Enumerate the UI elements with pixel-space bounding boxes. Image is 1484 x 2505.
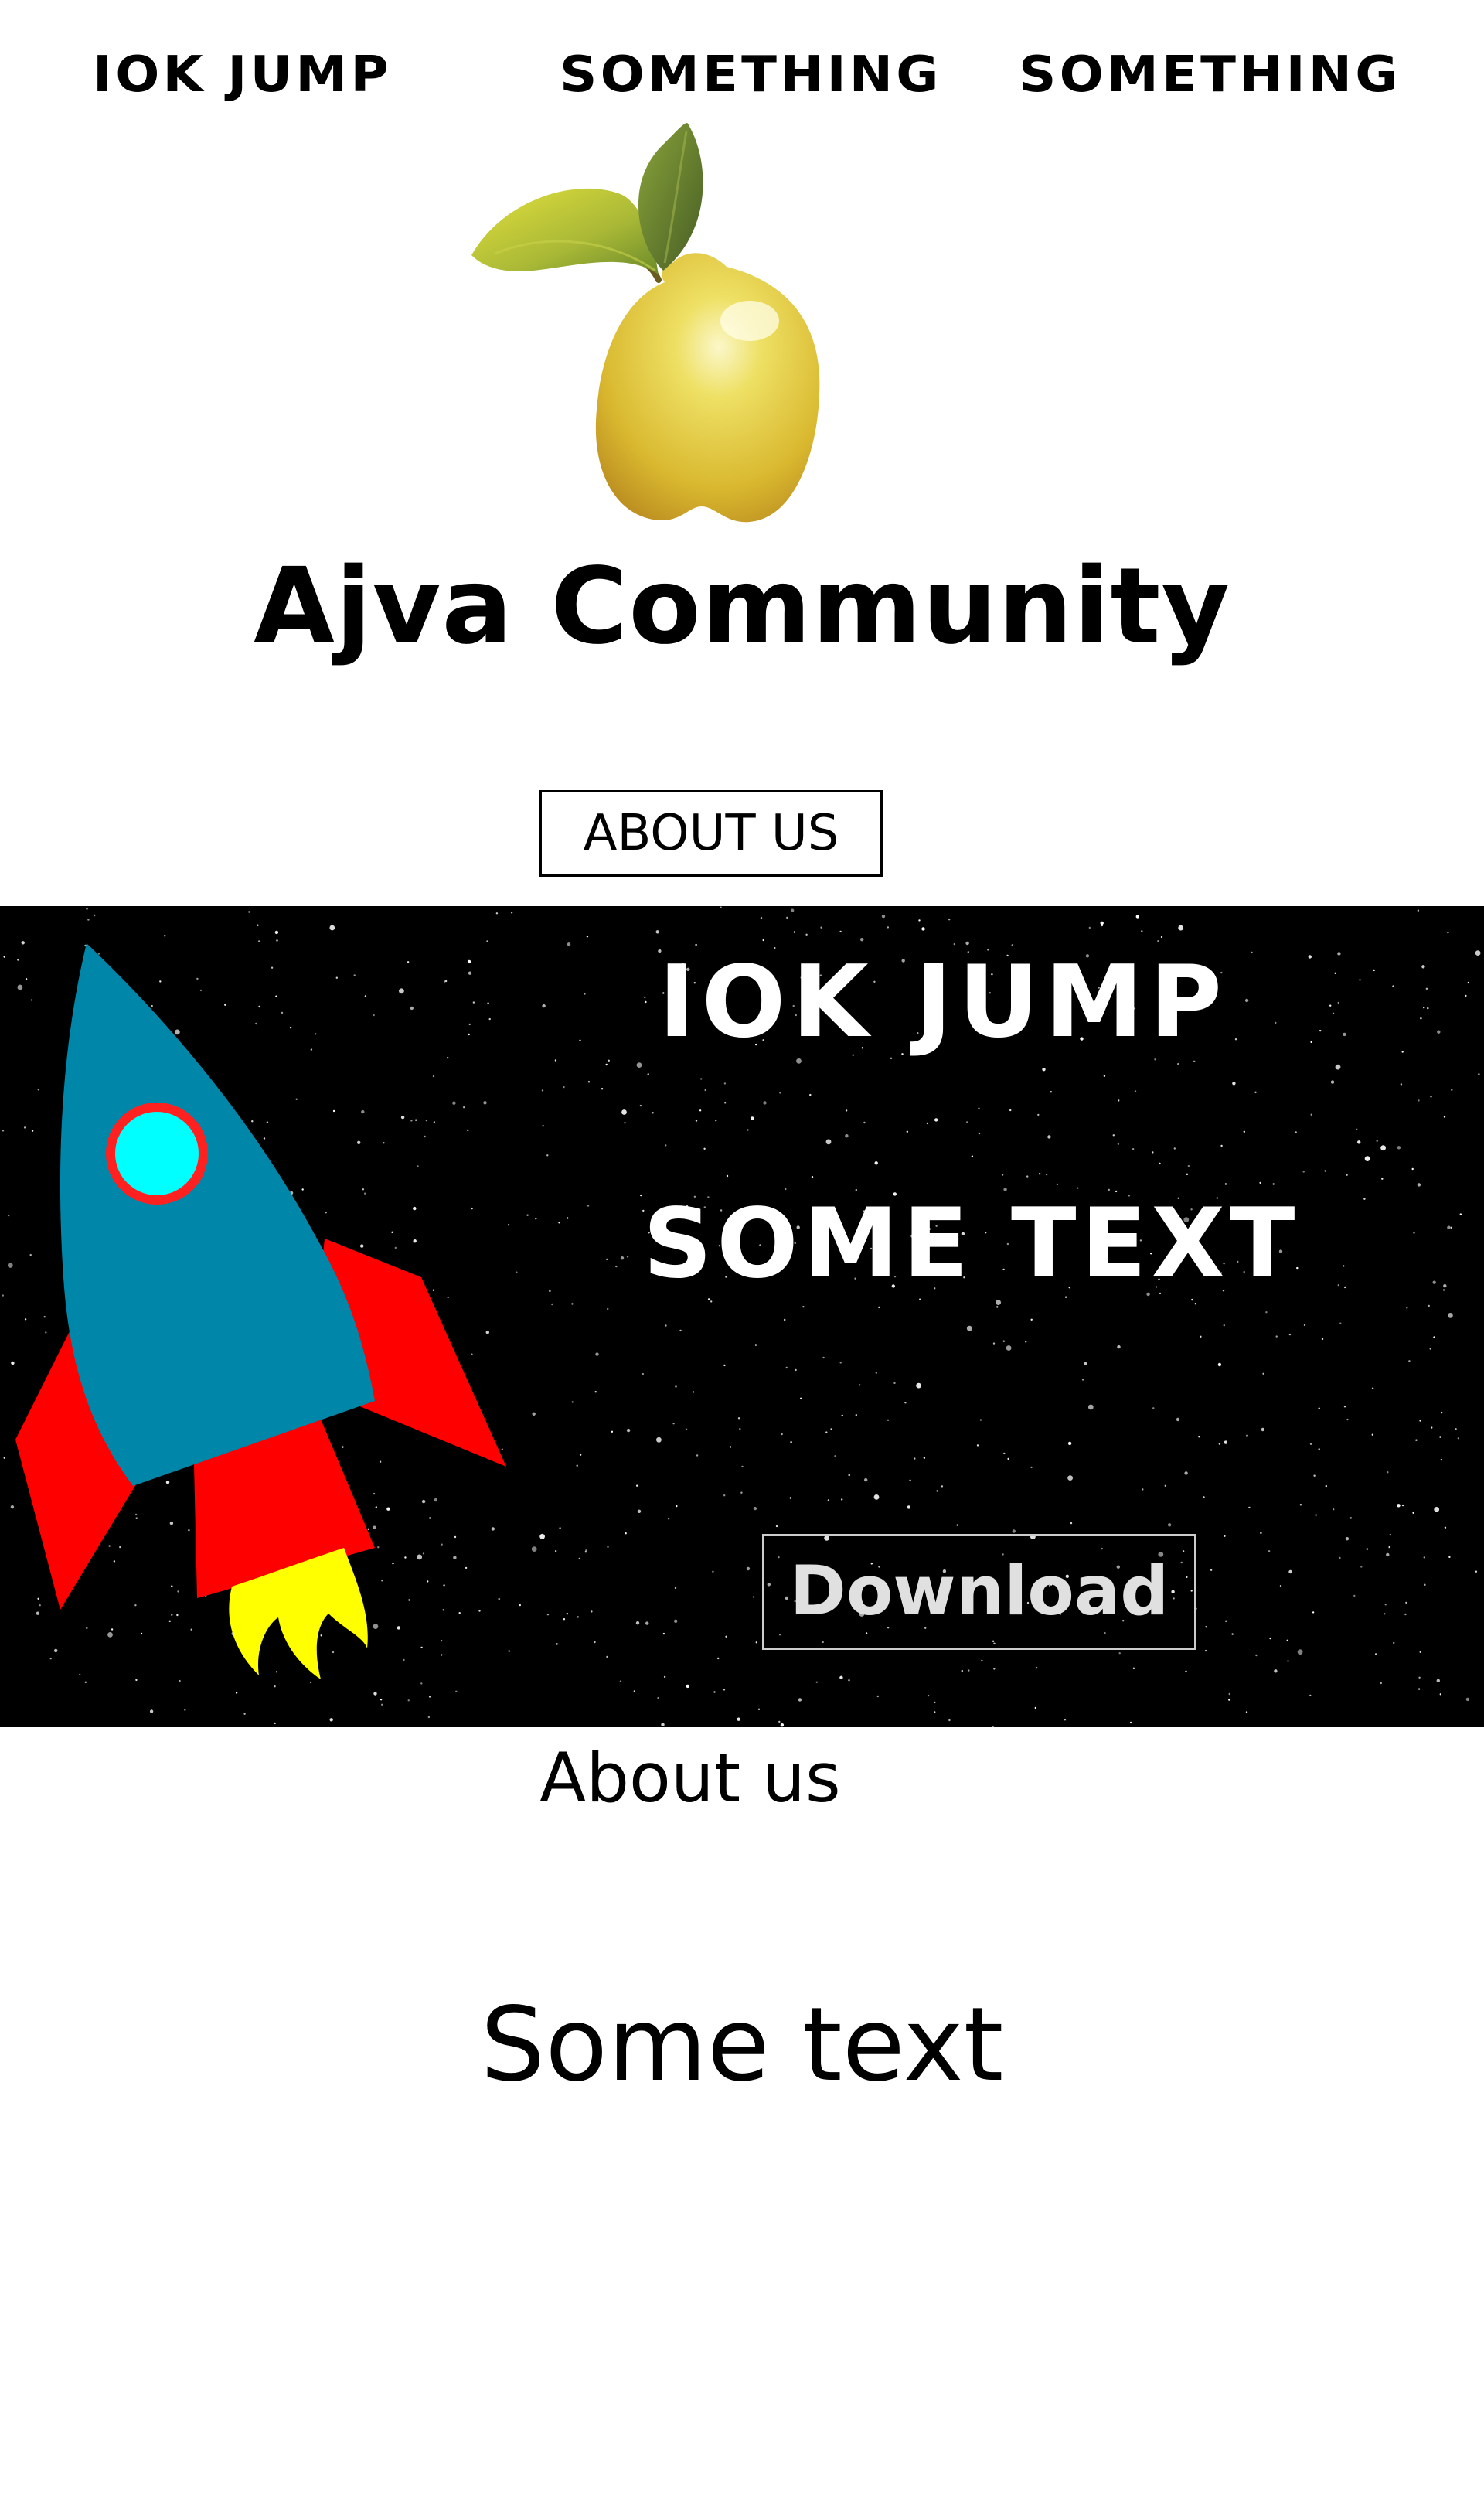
hero-subtitle: SOME TEXT: [643, 1188, 1300, 1300]
download-button[interactable]: Download: [762, 1534, 1196, 1650]
hero-title: IOK JUMP: [659, 945, 1228, 1060]
nav-link-something-2[interactable]: SOMETHING: [1019, 40, 1401, 110]
nav-link-iok-jump[interactable]: IOK JUMP: [93, 40, 392, 110]
about-section-heading: About us: [539, 1738, 841, 1818]
quince-fruit-icon: [471, 123, 820, 523]
rocket-icon: [15, 943, 506, 1679]
nav-link-something-1[interactable]: SOMETHING: [560, 40, 942, 110]
about-us-button[interactable]: ABOUT US: [539, 790, 883, 877]
hero-banner: IOK JUMP SOME TEXT Download: [0, 906, 1484, 1727]
about-section-body: Some text: [480, 1985, 1004, 2105]
site-title: Ajva Community: [253, 546, 1231, 668]
